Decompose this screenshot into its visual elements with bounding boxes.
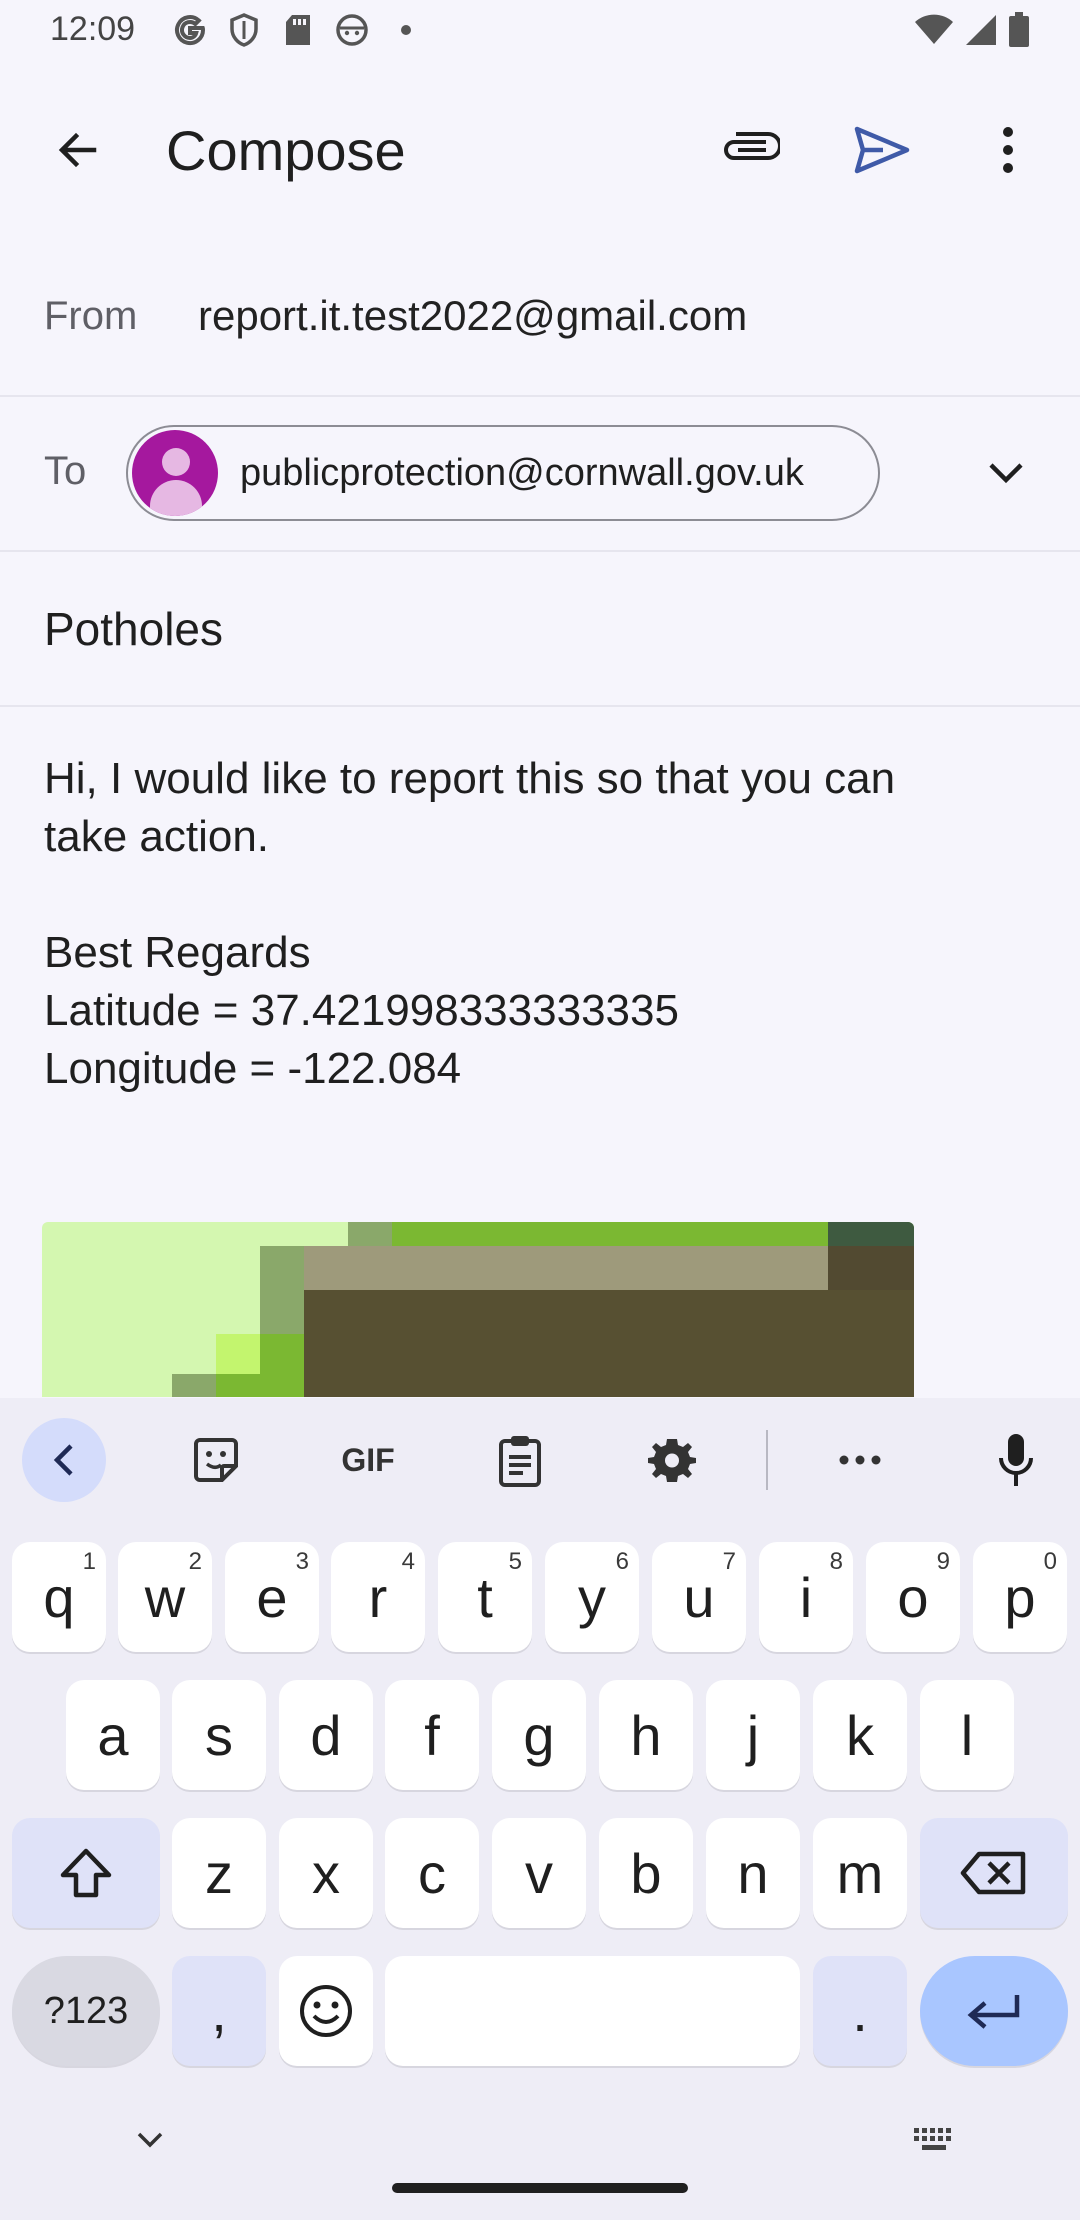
key-u[interactable]: u7 (652, 1542, 746, 1652)
chevron-down-icon (137, 2132, 163, 2148)
from-label: From (44, 294, 138, 338)
to-label: To (44, 449, 87, 493)
toolbar-divider (766, 1430, 768, 1490)
comma-key[interactable]: , (172, 1956, 266, 2066)
space-key[interactable] (385, 1956, 800, 2066)
key-l[interactable]: l (920, 1680, 1014, 1790)
gif-button[interactable]: GIF (324, 1418, 412, 1502)
enter-icon (967, 1995, 1020, 2029)
body-line: Hi, I would like to report this so that … (44, 754, 896, 803)
key-d[interactable]: d (279, 1680, 373, 1790)
subject-field[interactable]: Potholes (44, 602, 223, 656)
send-icon (854, 126, 910, 174)
key-c[interactable]: c (385, 1818, 479, 1928)
from-row[interactable]: From report.it.test2022@gmail.com (0, 240, 1080, 397)
battery-icon (1008, 12, 1030, 53)
shift-icon (60, 1848, 112, 1898)
body-line (44, 866, 1044, 924)
key-a[interactable]: a (66, 1680, 160, 1790)
page-title: Compose (166, 119, 406, 182)
key-f[interactable]: f (385, 1680, 479, 1790)
key-x[interactable]: x (279, 1818, 373, 1928)
switch-keyboard-button[interactable] (900, 2120, 970, 2160)
google-icon (172, 12, 208, 48)
back-button[interactable] (38, 110, 118, 190)
android-face-icon (334, 12, 370, 48)
keyboard-collapse-toolbar-button[interactable] (22, 1418, 106, 1502)
shift-key[interactable] (12, 1818, 160, 1928)
keyboard-icon (914, 2128, 951, 2150)
key-j[interactable]: j (706, 1680, 800, 1790)
voice-input-button[interactable] (974, 1418, 1058, 1502)
key-m[interactable]: m (813, 1818, 907, 1928)
enter-key[interactable] (920, 1956, 1068, 2066)
wifi-icon (914, 14, 954, 51)
key-q[interactable]: q1 (12, 1542, 106, 1652)
dot-icon (388, 12, 424, 48)
clipboard-icon (499, 1436, 541, 1487)
chevron-down-icon (989, 463, 1023, 484)
more-toolbar-button[interactable] (818, 1418, 902, 1502)
gesture-handle[interactable] (392, 2183, 688, 2193)
backspace-icon (960, 1851, 1026, 1895)
body-line: Longitude = -122.084 (44, 1044, 462, 1093)
clipboard-button[interactable] (478, 1418, 562, 1502)
to-row[interactable]: To publicprotection@cornwall.gov.uk (0, 397, 1080, 552)
key-g[interactable]: g (492, 1680, 586, 1790)
expand-recipients-button[interactable] (966, 433, 1046, 513)
arrow-back-icon (58, 132, 97, 168)
body-line: take action. (44, 812, 270, 861)
period-key[interactable]: . (813, 1956, 907, 2066)
key-k[interactable]: k (813, 1680, 907, 1790)
key-i[interactable]: i8 (759, 1542, 853, 1652)
key-z[interactable]: z (172, 1818, 266, 1928)
key-b[interactable]: b (599, 1818, 693, 1928)
symbols-key[interactable]: ?123 (12, 1956, 160, 2066)
sticker-icon (194, 1438, 238, 1482)
app-bar (0, 68, 1080, 238)
hide-keyboard-button[interactable] (120, 2120, 180, 2160)
signal-icon (964, 13, 998, 52)
key-w[interactable]: w2 (118, 1542, 212, 1652)
gear-icon (648, 1439, 696, 1482)
sd-card-icon (280, 12, 316, 48)
backspace-key[interactable] (920, 1818, 1068, 1928)
recipient-chip[interactable]: publicprotection@cornwall.gov.uk (126, 425, 880, 521)
key-h[interactable]: h (599, 1680, 693, 1790)
body-line: Latitude = 37.421998333333335 (44, 986, 679, 1035)
from-address[interactable]: report.it.test2022@gmail.com (198, 292, 747, 340)
status-time: 12:09 (50, 10, 136, 48)
settings-button[interactable] (630, 1418, 714, 1502)
avatar (132, 430, 218, 516)
key-s[interactable]: s (172, 1680, 266, 1790)
recipient-email: publicprotection@cornwall.gov.uk (240, 451, 804, 494)
sticker-button[interactable] (174, 1418, 258, 1502)
key-e[interactable]: e3 (225, 1542, 319, 1652)
key-y[interactable]: y6 (545, 1542, 639, 1652)
key-v[interactable]: v (492, 1818, 586, 1928)
shield-icon (226, 12, 262, 48)
chevron-left-icon (53, 1444, 73, 1476)
send-button[interactable] (840, 110, 924, 190)
key-p[interactable]: p0 (973, 1542, 1067, 1652)
more-options-button[interactable] (968, 110, 1048, 190)
key-t[interactable]: t5 (438, 1542, 532, 1652)
subject-row[interactable]: Potholes (0, 552, 1080, 707)
attached-image[interactable] (42, 1222, 914, 1397)
key-n[interactable]: n (706, 1818, 800, 1928)
key-r[interactable]: r4 (331, 1542, 425, 1652)
emoji-icon (300, 1985, 352, 2037)
key-o[interactable]: o9 (866, 1542, 960, 1652)
keyboard: GIF q1 w2 e3 r4 t5 y6 u7 i8 o9 p0 a s d … (0, 1398, 1080, 2220)
emoji-key[interactable] (279, 1956, 373, 2066)
status-bar: 12:09 (0, 0, 1080, 68)
more-horiz-icon (839, 1455, 881, 1465)
paperclip-icon (724, 132, 780, 160)
body-line: Best Regards (44, 928, 311, 977)
message-body[interactable]: Hi, I would like to report this so that … (44, 750, 1044, 1098)
microphone-icon (999, 1434, 1033, 1486)
attach-button[interactable] (710, 110, 790, 190)
more-vert-icon (1003, 127, 1013, 173)
